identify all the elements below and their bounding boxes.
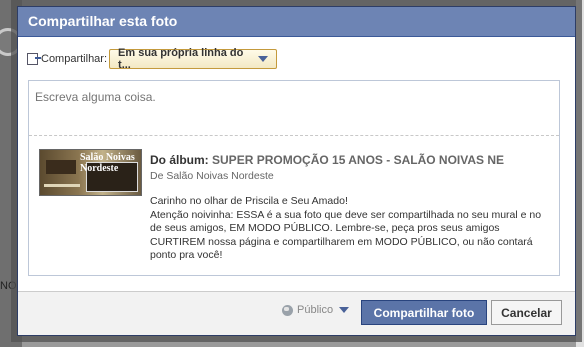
share-photo-dialog: Compartilhar esta foto Compartilhar: Em … <box>17 6 576 336</box>
photo-thumbnail[interactable]: Salão Noivas Nordeste <box>39 149 142 196</box>
photo-caption: Carinho no olhar de Priscila e Seu Amado… <box>150 195 545 263</box>
photo-preview: Salão Noivas Nordeste Do álbum: SUPER PR… <box>29 139 559 279</box>
caption-body: Atenção noivinha: ESSA é a sua foto que … <box>150 208 542 262</box>
thumb-stripe <box>44 184 80 187</box>
album-title: Do álbum: SUPER PROMOÇÃO 15 ANOS - SALÃO… <box>150 153 550 167</box>
caption-first-line: Carinho no olhar de Priscila e Seu Amado… <box>150 195 348 207</box>
album-prefix: Do álbum: <box>150 153 209 167</box>
chevron-down-icon <box>339 307 350 313</box>
privacy-label: Público <box>297 304 334 316</box>
globe-icon <box>282 304 293 316</box>
backdrop-text-fragment: NO <box>0 280 17 292</box>
dialog-title: Compartilhar esta foto <box>18 7 575 37</box>
chevron-down-icon <box>258 56 269 62</box>
cancel-button[interactable]: Cancelar <box>491 300 562 325</box>
backdrop-right-edge <box>576 0 584 347</box>
share-target-value: Em sua própria linha do t... <box>118 47 244 71</box>
preview-info: Do álbum: SUPER PROMOÇÃO 15 ANOS - SALÃO… <box>150 153 550 263</box>
share-icon <box>27 53 41 65</box>
album-source: De Salão Noivas Nordeste <box>150 170 274 182</box>
share-target-dropdown[interactable]: Em sua própria linha do t... <box>109 47 278 71</box>
thumb-logo-block <box>46 160 76 174</box>
thumb-brand-text: Salão Noivas Nordeste <box>80 152 135 174</box>
share-target-row: Compartilhar: Em sua própria linha do t.… <box>27 47 278 71</box>
compose-input[interactable] <box>29 81 559 136</box>
share-photo-button[interactable]: Compartilhar foto <box>361 300 487 325</box>
album-name-link[interactable]: SUPER PROMOÇÃO 15 ANOS - SALÃO NOIVAS NE <box>212 153 504 167</box>
dialog-footer: Público Compartilhar foto Cancelar <box>18 291 575 335</box>
share-label: Compartilhar: <box>41 53 108 65</box>
compose-box: Salão Noivas Nordeste Do álbum: SUPER PR… <box>28 80 560 276</box>
privacy-selector[interactable]: Público <box>282 304 350 316</box>
